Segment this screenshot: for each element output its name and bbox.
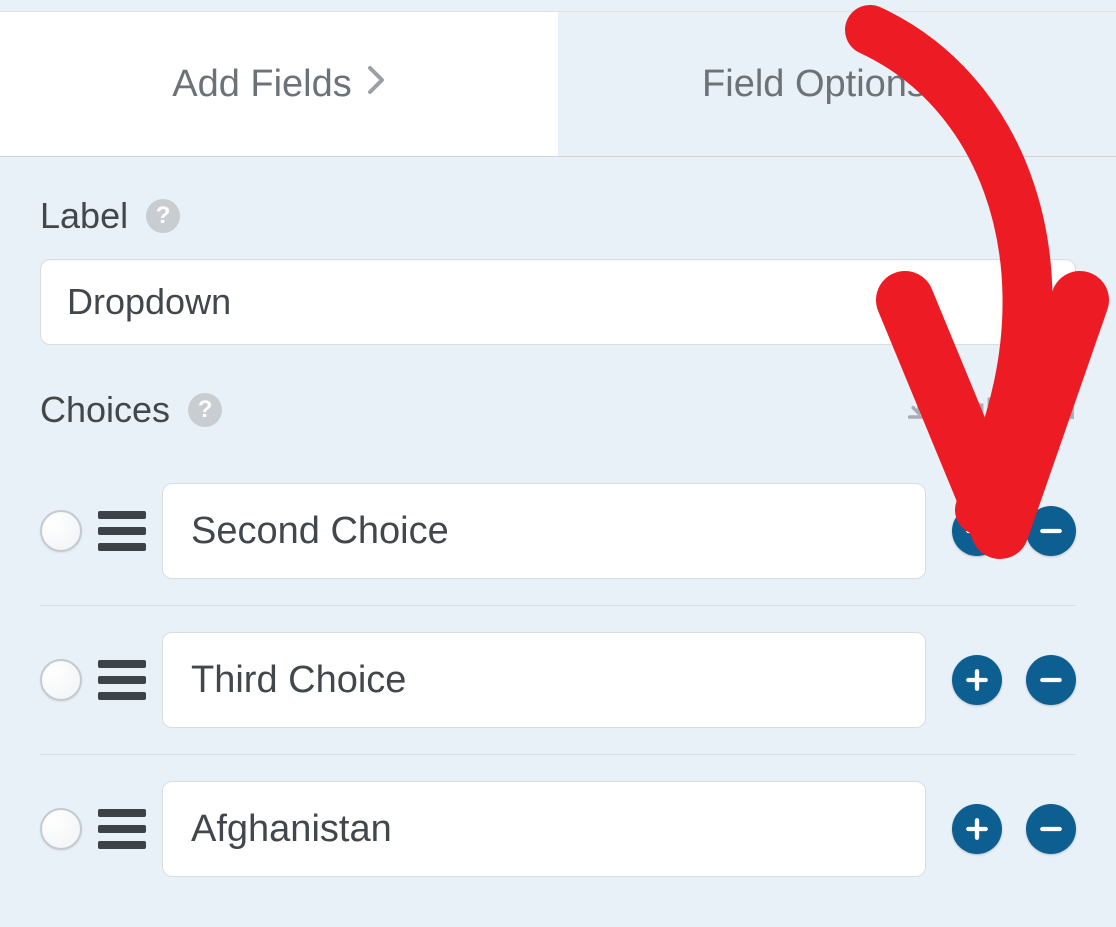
tab-bar: Add Fields Field Options [0,12,1116,157]
tab-field-options[interactable]: Field Options [558,12,1116,156]
field-options-panel: Label ? Choices ? Bulk Add [0,157,1116,903]
choice-row [40,457,1076,606]
choice-input[interactable] [162,632,926,728]
row-actions [952,655,1076,705]
help-icon[interactable]: ? [146,199,180,233]
choice-row [40,755,1076,903]
chevron-down-icon [940,63,972,105]
default-radio[interactable] [40,510,82,552]
bulk-add-label: Bulk Add [945,393,1076,427]
remove-choice-button[interactable] [1026,655,1076,705]
chevron-right-icon [366,63,386,105]
choice-input[interactable] [162,781,926,877]
add-choice-button[interactable] [952,655,1002,705]
remove-choice-button[interactable] [1026,506,1076,556]
section-heading-choices: Choices ? [40,389,222,431]
choices-header: Choices ? Bulk Add [40,389,1076,431]
help-icon[interactable]: ? [188,393,222,427]
section-title: Label [40,195,128,237]
choice-input[interactable] [162,483,926,579]
drag-handle-icon[interactable] [98,808,146,850]
label-input[interactable] [40,259,1076,345]
label-section: Label ? [40,195,1076,345]
add-choice-button[interactable] [952,506,1002,556]
choice-list [40,457,1076,903]
drag-handle-icon[interactable] [98,510,146,552]
default-radio[interactable] [40,659,82,701]
download-icon [905,396,933,424]
choice-row [40,606,1076,755]
section-heading-label: Label ? [40,195,1076,237]
tab-add-fields[interactable]: Add Fields [0,12,558,156]
row-actions [952,804,1076,854]
bulk-add-button[interactable]: Bulk Add [905,393,1076,427]
remove-choice-button[interactable] [1026,804,1076,854]
window-top-strip [0,0,1116,12]
add-choice-button[interactable] [952,804,1002,854]
section-title: Choices [40,389,170,431]
default-radio[interactable] [40,808,82,850]
tab-label: Add Fields [172,63,352,106]
row-actions [952,506,1076,556]
tab-label: Field Options [702,63,926,106]
drag-handle-icon[interactable] [98,659,146,701]
